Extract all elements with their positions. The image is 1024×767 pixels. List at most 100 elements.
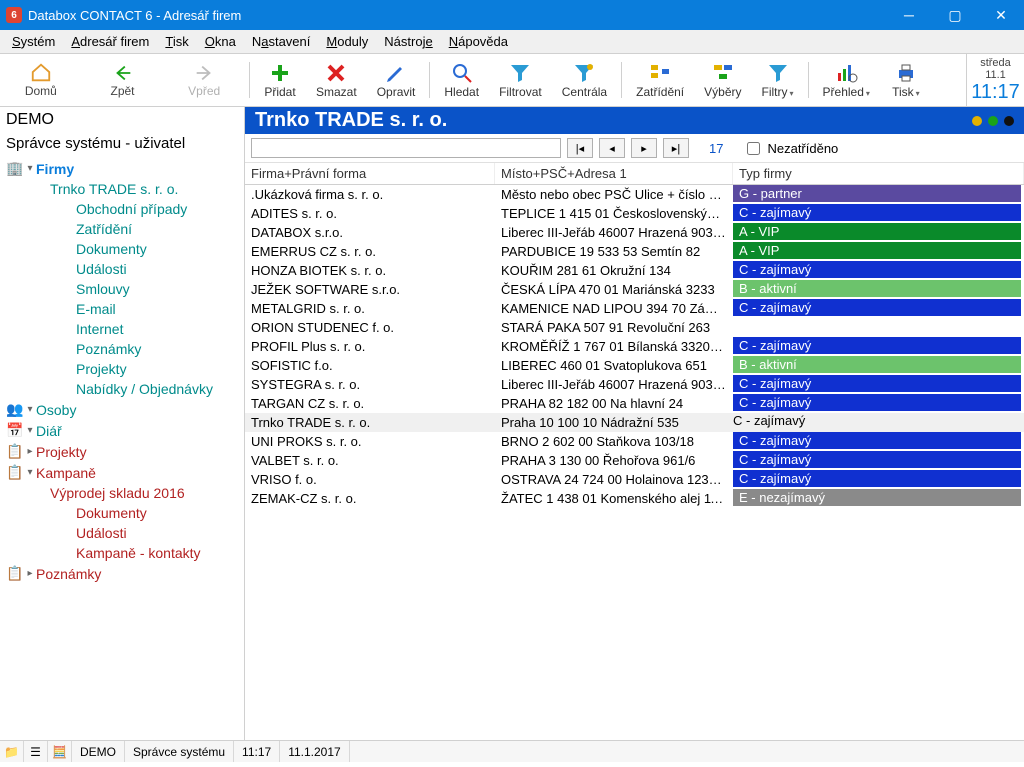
menu-okna[interactable]: Okna [197,32,244,51]
grid-header: Firma+Právní forma Místo+PSČ+Adresa 1 Ty… [245,163,1024,185]
funnel-icon [507,61,533,85]
tree-kampan-item[interactable]: Výprodej skladu 2016 [2,483,242,503]
tb-select[interactable]: Výběry [694,59,751,101]
tree-company[interactable]: Trnko TRADE s. r. o. [2,179,242,199]
table-row[interactable]: DATABOX s.r.o.Liberec III-Jeřáb 46007 Hr… [245,223,1024,242]
tree-child[interactable]: Kampaně - kontakty [2,543,242,563]
tree-child[interactable]: Obchodní případy [2,199,242,219]
tb-edit[interactable]: Opravit [367,59,426,101]
tree-projekty[interactable]: 📋 ▸ Projekty [2,441,242,462]
tb-filters[interactable]: Filtry▾ [752,59,804,101]
tree-child[interactable]: Poznámky [2,339,242,359]
table-row[interactable]: ZEMAK-CZ s. r. o.ŽATEC 1 438 01 Komenské… [245,489,1024,508]
next-record-button[interactable]: ▸ [631,138,657,158]
tb-classify[interactable]: Zatřídění [626,59,694,101]
menu-napoveda[interactable]: Nápověda [441,32,516,51]
tb-print[interactable]: Tisk▾ [880,59,932,101]
clock-date: 11.1 [985,69,1006,81]
table-row[interactable]: JEŽEK SOFTWARE s.r.o.ČESKÁ LÍPA 470 01 M… [245,280,1024,299]
tree-child[interactable]: Zatřídění [2,219,242,239]
close-button[interactable]: ✕ [978,0,1024,30]
status-list-icon[interactable]: ☰ [24,741,48,762]
tree-child[interactable]: E-mail [2,299,242,319]
nav-back[interactable]: Zpět [82,58,164,102]
status-dot-black [1004,116,1014,126]
tb-filter[interactable]: Filtrovat [489,59,552,101]
tree-poznamky[interactable]: 📋 ▸ Poznámky [2,563,242,584]
last-record-button[interactable]: ▸| [663,138,689,158]
record-count: 17 [709,141,723,156]
menu-nastroje[interactable]: Nástroje [376,32,440,51]
plus-icon [267,61,293,85]
caret-down-icon: ▾ [24,467,36,478]
table-row[interactable]: VRISO f. o.OSTRAVA 24 724 00 Holainova 1… [245,470,1024,489]
search-icon [449,61,475,85]
tree-child[interactable]: Projekty [2,359,242,379]
tree-firmy[interactable]: 🏢 ▾ Firmy [2,158,242,179]
sidebar-user: Správce systému - uživatel [0,133,244,158]
table-row[interactable]: ORION STUDENEC f. o.STARÁ PAKA 507 91 Re… [245,318,1024,337]
first-record-button[interactable]: |◂ [567,138,593,158]
printer-icon [893,61,919,85]
tree-child[interactable]: Nabídky / Objednávky [2,379,242,399]
table-row[interactable]: PROFIL Plus s. r. o.KROMĚŘÍŽ 1 767 01 Bí… [245,337,1024,356]
table-row[interactable]: SYSTEGRA s. r. o.Liberec III-Jeřáb 46007… [245,375,1024,394]
table-row[interactable]: VALBET s. r. o.PRAHA 3 130 00 Řehořova 9… [245,451,1024,470]
table-row[interactable]: ADITES s. r. o.TEPLICE 1 415 01 Českoslo… [245,204,1024,223]
minimize-button[interactable]: ─ [886,0,932,30]
quick-search-input[interactable] [251,138,561,158]
table-row[interactable]: .Ukázková firma s. r. o.Město nebo obec … [245,185,1024,204]
menu-tisk[interactable]: Tisk [157,32,196,51]
tb-central[interactable]: Centrála [552,59,617,101]
x-icon [323,61,349,85]
tree-child[interactable]: Události [2,523,242,543]
caret-right-icon: ▸ [24,446,36,457]
company-title: Trnko TRADE s. r. o. [255,109,447,132]
nav-home[interactable]: Domů [0,58,82,102]
clipboard-icon: 📋 [6,565,24,582]
col-address[interactable]: Místo+PSČ+Adresa 1 [495,163,733,184]
menu-system[interactable]: Systém [4,32,63,51]
status-folder-icon[interactable]: 📁 [0,741,24,762]
table-row[interactable]: SOFISTIC f.o.LIBEREC 460 01 Svatoplukova… [245,356,1024,375]
menu-adresar[interactable]: Adresář firem [63,32,157,51]
company-header: Trnko TRADE s. r. o. [245,107,1024,134]
status-time: 11:17 [234,741,280,762]
prev-record-button[interactable]: ◂ [599,138,625,158]
tree-child[interactable]: Události [2,259,242,279]
grid-body[interactable]: .Ukázková firma s. r. o.Město nebo obec … [245,185,1024,740]
table-row[interactable]: Trnko TRADE s. r. o.Praha 10 100 10 Nádr… [245,413,1024,432]
caret-down-icon: ▾ [24,425,36,436]
tb-delete[interactable]: Smazat [306,59,367,101]
tb-add[interactable]: Přidat [254,59,306,101]
nav-forward[interactable]: Vpřed [163,58,245,102]
menu-nastaveni[interactable]: Nastavení [244,32,319,51]
tree-diar[interactable]: 📅 ▾ Diář [2,420,242,441]
chart-icon [833,61,859,85]
tree-kampane[interactable]: 📋 ▾ Kampaně [2,462,242,483]
tb-find[interactable]: Hledat [434,59,489,101]
tree-child[interactable]: Dokumenty [2,239,242,259]
sidebar-demo: DEMO [0,107,244,133]
sidebar: DEMO Správce systému - uživatel 🏢 ▾ Firm… [0,107,245,740]
col-company[interactable]: Firma+Právní forma [245,163,495,184]
unsorted-checkbox[interactable]: Nezatříděno [743,139,838,158]
maximize-button[interactable]: ▢ [932,0,978,30]
table-row[interactable]: EMERRUS CZ s. r. o.PARDUBICE 19 533 53 S… [245,242,1024,261]
statusbar: 📁 ☰ 🧮 DEMO Správce systému 11:17 11.1.20… [0,740,1024,762]
table-row[interactable]: HONZA BIOTEK s. r. o.KOUŘIM 281 61 Okruž… [245,261,1024,280]
select-icon [710,61,736,85]
col-type[interactable]: Typ firmy [733,163,1024,184]
table-row[interactable]: UNI PROKS s. r. o.BRNO 2 602 00 Staňkova… [245,432,1024,451]
tree-child[interactable]: Dokumenty [2,503,242,523]
tree-child[interactable]: Smlouvy [2,279,242,299]
caret-right-icon: ▸ [24,568,36,579]
status-calc-icon[interactable]: 🧮 [48,741,72,762]
table-row[interactable]: TARGAN CZ s. r. o.PRAHA 82 182 00 Na hla… [245,394,1024,413]
unsorted-checkbox-input[interactable] [747,142,760,155]
tb-overview[interactable]: Přehled▾ [813,59,880,101]
tree-osoby[interactable]: 👥 ▾ Osoby [2,399,242,420]
tree-child[interactable]: Internet [2,319,242,339]
table-row[interactable]: METALGRID s. r. o.KAMENICE NAD LIPOU 394… [245,299,1024,318]
menu-moduly[interactable]: Moduly [318,32,376,51]
